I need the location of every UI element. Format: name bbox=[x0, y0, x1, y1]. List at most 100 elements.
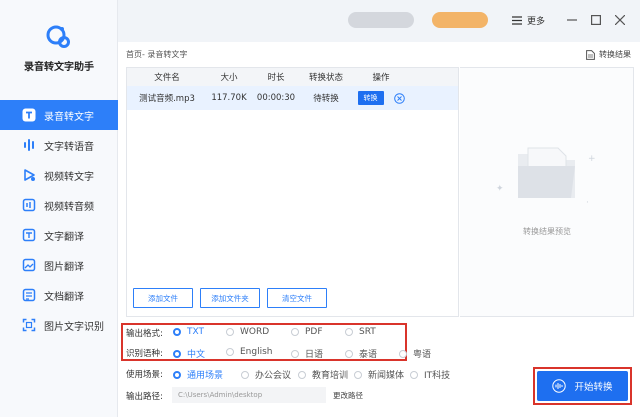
option-label: 办公会议 bbox=[255, 371, 292, 381]
app-name: 录音转文字助手 bbox=[24, 62, 94, 73]
recognition-language-row: 识别语种: bbox=[126, 347, 174, 359]
sidebar-item-label: 文字转语音 bbox=[44, 141, 94, 153]
start-button-label: 开始转换 bbox=[574, 382, 613, 393]
table-header: 文件名 大小 时长 转换状态 操作 bbox=[127, 68, 458, 86]
option-label: English bbox=[240, 347, 273, 357]
sidebar-item-label: 视频转文字 bbox=[44, 171, 94, 183]
language-option-cantonese[interactable]: 粤语 bbox=[399, 347, 431, 360]
option-label: SRT bbox=[359, 327, 376, 337]
file-panel-buttons: 添加文件 添加文件夹 清空文件 bbox=[133, 288, 327, 308]
document-icon bbox=[586, 49, 595, 60]
format-option-pdf[interactable]: PDF bbox=[291, 327, 323, 337]
output-format-row: 输出格式: bbox=[126, 327, 174, 339]
scene-option-general[interactable]: 通用场景 bbox=[173, 368, 223, 381]
usage-scene-row: 使用场景: bbox=[126, 368, 174, 380]
video-audio-icon bbox=[22, 198, 36, 212]
option-label: 通用场景 bbox=[187, 371, 224, 381]
close-icon bbox=[615, 15, 625, 25]
format-option-word[interactable]: WORD bbox=[226, 327, 269, 337]
clear-files-button[interactable]: 清空文件 bbox=[267, 288, 327, 308]
radio-icon bbox=[226, 328, 234, 336]
convert-button[interactable]: 转换 bbox=[357, 91, 384, 105]
sidebar-item-text-translate[interactable]: 文字翻译 bbox=[0, 220, 118, 250]
sidebar-item-document-translate[interactable]: 文档翻译 bbox=[0, 280, 118, 310]
sidebar-item-label: 视频转音频 bbox=[44, 201, 94, 213]
ocr-scan-icon bbox=[22, 318, 36, 332]
minimize-button[interactable] bbox=[564, 12, 580, 28]
sidebar: 录音转文字助手 录音转文字 文字转语音 视频转文字 视频转音频 文字翻译 图片翻… bbox=[0, 0, 118, 417]
image-translate-icon bbox=[22, 258, 36, 272]
output-path-input[interactable]: C:\Users\Admin\desktop bbox=[172, 387, 326, 403]
audio-wave-circle-icon bbox=[552, 379, 567, 393]
sidebar-item-video-to-audio[interactable]: 视频转音频 bbox=[0, 190, 118, 220]
table-row[interactable]: 测试音频.mp3 117.70K 00:00:30 待转换 转换 bbox=[127, 86, 458, 110]
scene-option-it[interactable]: IT科技 bbox=[410, 368, 450, 381]
sidebar-item-label: 图片文字识别 bbox=[44, 321, 104, 333]
hamburger-icon bbox=[512, 16, 522, 25]
format-option-txt[interactable]: TXT bbox=[173, 327, 204, 337]
format-option-srt[interactable]: SRT bbox=[345, 327, 376, 337]
user-account-area[interactable] bbox=[348, 12, 414, 28]
vip-badge[interactable] bbox=[432, 12, 488, 28]
text-t-icon bbox=[22, 108, 36, 122]
radio-selected-icon bbox=[173, 370, 181, 379]
option-label: PDF bbox=[305, 327, 323, 337]
conversion-result-link[interactable]: 转换结果 bbox=[586, 49, 631, 60]
sidebar-item-audio-to-text[interactable]: 录音转文字 bbox=[0, 100, 118, 130]
minimize-icon bbox=[567, 19, 577, 21]
radio-icon bbox=[354, 370, 362, 379]
change-path-button[interactable]: 更改路径 bbox=[333, 390, 363, 401]
option-label: 日语 bbox=[305, 350, 324, 360]
scene-option-meeting[interactable]: 办公会议 bbox=[241, 368, 291, 381]
sidebar-item-label: 文字翻译 bbox=[44, 231, 84, 243]
top-bar: 更多 bbox=[118, 0, 640, 42]
language-option-english[interactable]: English bbox=[226, 347, 273, 357]
maximize-button[interactable] bbox=[588, 12, 604, 28]
radio-icon bbox=[241, 370, 249, 379]
option-label: TXT bbox=[187, 327, 205, 337]
more-label: 更多 bbox=[527, 17, 546, 27]
option-label: 新闻媒体 bbox=[368, 371, 405, 381]
add-folder-button[interactable]: 添加文件夹 bbox=[200, 288, 260, 308]
radio-icon bbox=[345, 328, 353, 336]
radio-selected-icon bbox=[173, 349, 181, 358]
option-label: 粤语 bbox=[413, 350, 432, 360]
audio-wave-icon bbox=[22, 138, 36, 152]
file-status: 待转换 bbox=[313, 94, 339, 104]
sidebar-item-image-translate[interactable]: 图片翻译 bbox=[0, 250, 118, 280]
maximize-icon bbox=[591, 15, 601, 25]
close-window-button[interactable] bbox=[612, 12, 628, 28]
option-label: 中文 bbox=[187, 350, 206, 360]
sparkle-icon: · bbox=[586, 198, 589, 208]
file-list-panel: 文件名 大小 时长 转换状态 操作 测试音频.mp3 117.70K 00:00… bbox=[126, 67, 459, 317]
header-filename: 文件名 bbox=[154, 73, 180, 83]
option-label: 泰语 bbox=[359, 350, 378, 360]
sidebar-item-text-to-speech[interactable]: 文字转语音 bbox=[0, 130, 118, 160]
file-name: 测试音频.mp3 bbox=[139, 94, 195, 104]
remove-file-icon[interactable] bbox=[393, 92, 405, 104]
radio-selected-icon bbox=[173, 328, 181, 336]
sidebar-item-image-ocr[interactable]: 图片文字识别 bbox=[0, 310, 118, 340]
option-label: WORD bbox=[240, 327, 270, 337]
radio-icon bbox=[298, 370, 306, 379]
language-option-thai[interactable]: 泰语 bbox=[345, 347, 377, 360]
sidebar-item-label: 录音转文字 bbox=[44, 111, 94, 123]
language-option-chinese[interactable]: 中文 bbox=[173, 347, 205, 360]
translate-icon bbox=[22, 228, 36, 242]
radio-icon bbox=[291, 328, 299, 336]
scene-option-education[interactable]: 教育培训 bbox=[298, 368, 348, 381]
sparkle-icon: ✦ bbox=[496, 184, 504, 194]
start-conversion-button[interactable]: 开始转换 bbox=[537, 371, 628, 401]
header-duration: 时长 bbox=[267, 73, 285, 83]
row-actions: 转换 bbox=[351, 91, 411, 105]
add-file-button[interactable]: 添加文件 bbox=[133, 288, 193, 308]
sidebar-nav: 录音转文字 文字转语音 视频转文字 视频转音频 文字翻译 图片翻译 文档翻译 图… bbox=[0, 100, 118, 340]
video-play-icon bbox=[22, 168, 36, 182]
sidebar-item-video-to-text[interactable]: 视频转文字 bbox=[0, 160, 118, 190]
result-preview-panel: ✦ + · 转换结果预览 bbox=[460, 67, 634, 317]
language-option-japanese[interactable]: 日语 bbox=[291, 347, 323, 360]
scene-option-news[interactable]: 新闻媒体 bbox=[354, 368, 404, 381]
sidebar-item-label: 图片翻译 bbox=[44, 261, 84, 273]
header-status: 转换状态 bbox=[308, 73, 343, 83]
more-menu-button[interactable]: 更多 bbox=[512, 14, 545, 27]
